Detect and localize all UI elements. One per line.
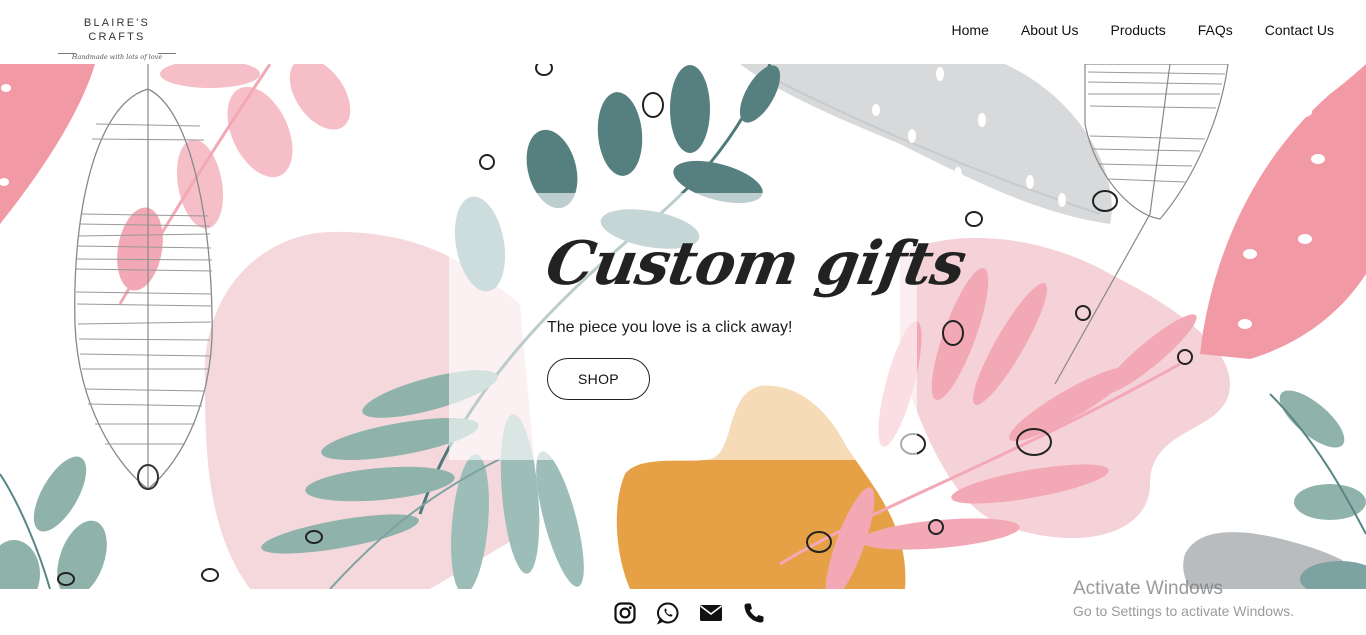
site-footer — [0, 589, 1366, 635]
hero-title: Custom gifts — [540, 229, 971, 299]
social-links — [613, 601, 766, 625]
nav-contact-us[interactable]: Contact Us — [1265, 20, 1334, 40]
nav-home[interactable]: Home — [952, 20, 989, 40]
email-icon[interactable] — [699, 601, 723, 625]
nav-products[interactable]: Products — [1110, 20, 1165, 40]
nav-faqs[interactable]: FAQs — [1198, 20, 1233, 40]
nav-about-us[interactable]: About Us — [1021, 20, 1079, 40]
instagram-icon[interactable] — [613, 601, 637, 625]
hero-subtitle: The piece you love is a click away! — [547, 319, 793, 336]
shop-button[interactable]: SHOP — [547, 358, 650, 400]
site-header: BLAIRE'S CRAFTS Handmade with lots of lo… — [0, 0, 1366, 64]
brand-tagline: Handmade with lots of love — [71, 53, 163, 61]
whatsapp-icon[interactable] — [656, 601, 680, 625]
brand-name: BLAIRE'S CRAFTS — [83, 17, 151, 43]
phone-icon[interactable] — [742, 601, 766, 625]
main-nav: Home About Us Products FAQs Contact Us — [952, 20, 1334, 40]
brand-logo[interactable]: BLAIRE'S CRAFTS Handmade with lots of lo… — [56, 16, 178, 61]
